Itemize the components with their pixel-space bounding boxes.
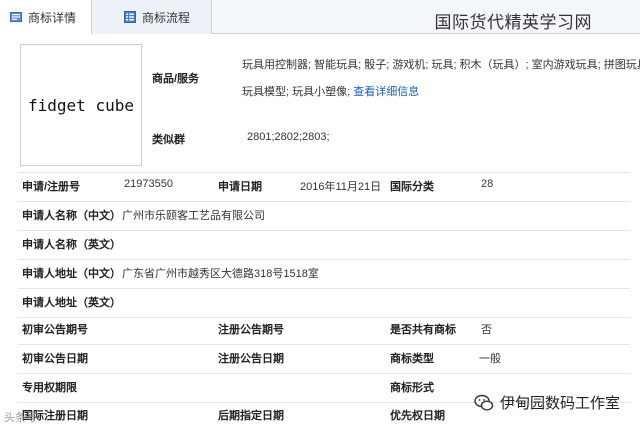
- reg-no-label: 申请/注册号: [22, 181, 81, 193]
- details-icon: [10, 11, 22, 23]
- site-title: 国际货代精英学习网: [434, 13, 592, 32]
- address-en-label: 申请人地址（英文）: [22, 297, 121, 309]
- prelim-date-label: 初审公告日期: [22, 353, 88, 365]
- intl-class-label: 国际分类: [390, 181, 434, 193]
- tab-trademark-details[interactable]: 商标详情: [0, 0, 92, 35]
- apply-date-value: 2016年11月21日: [300, 181, 382, 193]
- similar-group-label: 类似群: [152, 134, 185, 146]
- reg-no-value: 21973550: [124, 178, 173, 190]
- address-cn-label: 申请人地址（中文）: [22, 268, 121, 280]
- tab-bar: 商标详情 商标流程 国际货代精英学习网: [0, 0, 640, 35]
- row-divider: [18, 288, 630, 289]
- trademark-image-text: fidget cube: [28, 95, 134, 115]
- goods-services-label: 商品/服务: [152, 73, 200, 85]
- tab-label: 商标详情: [28, 10, 77, 25]
- reg-issue-label: 注册公告期号: [218, 324, 284, 336]
- shared-trademark-label: 是否共有商标: [390, 324, 456, 336]
- row-divider: [18, 230, 630, 231]
- reg-date-label: 注册公告日期: [218, 353, 284, 365]
- later-designation-date-label: 后期指定日期: [218, 410, 284, 422]
- row-divider: [18, 317, 630, 318]
- goods-services-line-1: 玩具用控制器; 智能玩具; 骰子; 游戏机; 玩具; 积木（玩具）; 室内游戏玩…: [242, 59, 640, 71]
- priority-date-label: 优先权日期: [390, 410, 445, 422]
- watermark-brand: 伊甸园数码工作室: [474, 392, 620, 413]
- tab-label: 商标流程: [142, 10, 191, 25]
- trademark-type-value: 一般: [479, 353, 501, 365]
- tab-trademark-process[interactable]: 商标流程: [92, 0, 212, 34]
- shared-trademark-value: 否: [481, 324, 492, 336]
- list-icon: [124, 11, 136, 23]
- goods-services-line-2: 玩具模型; 玩具小塑像; 查看详细信息: [242, 83, 419, 99]
- apply-date-label: 申请日期: [218, 181, 262, 193]
- similar-group-value: 2801;2802;2803;: [247, 131, 330, 143]
- view-details-link[interactable]: 查看详细信息: [353, 86, 419, 98]
- applicant-en-label: 申请人名称（英文）: [22, 239, 121, 251]
- address-cn-value: 广东省广州市越秀区大德路318号1518室: [122, 268, 319, 280]
- exclusive-period-label: 专用权期限: [22, 382, 77, 394]
- intl-class-value: 28: [481, 178, 494, 190]
- row-divider: [18, 344, 630, 345]
- row-divider: [18, 373, 630, 374]
- watermark-brand-text: 伊甸园数码工作室: [499, 395, 620, 412]
- row-divider: [18, 172, 630, 173]
- trademark-form-label: 商标形式: [390, 382, 434, 394]
- wechat-icon: [474, 393, 494, 413]
- row-divider: [18, 201, 630, 202]
- trademark-type-label: 商标类型: [390, 353, 434, 365]
- trademark-image[interactable]: fidget cube: [20, 44, 142, 166]
- watermark-left: 头条号: [4, 412, 37, 424]
- applicant-cn-value: 广州市乐颐客工艺品有限公司: [122, 210, 265, 222]
- prelim-issue-label: 初审公告期号: [22, 324, 88, 336]
- applicant-cn-label: 申请人名称（中文）: [22, 210, 121, 222]
- row-divider: [18, 259, 630, 260]
- goods-services-text: 玩具模型; 玩具小塑像;: [242, 86, 351, 98]
